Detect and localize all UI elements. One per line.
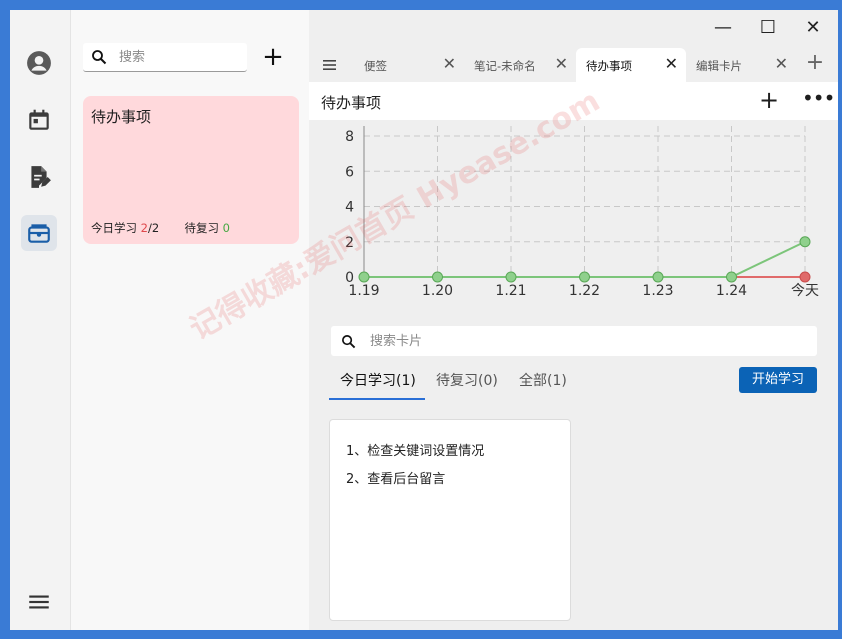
calendar-icon[interactable] [21, 102, 57, 138]
today-done: 2 [140, 221, 148, 235]
x-tick-label: 1.19 [348, 283, 379, 299]
tab-note-untitled[interactable]: 笔记-未命名 ✕ [464, 48, 576, 82]
series-point [358, 271, 370, 283]
y-tick-label: 2 [345, 235, 354, 251]
series-point [652, 271, 664, 283]
app-window: + 待办事项 今日学习 2/2 待复习 0 — ☐ ✕ 便签 ✕ [10, 10, 838, 630]
card-search-input[interactable] [368, 332, 792, 350]
tab-menu-icon[interactable] [321, 56, 339, 74]
x-tick-label: 1.21 [495, 283, 526, 299]
user-icon[interactable] [21, 45, 57, 81]
tab-label: 待办事项 [586, 59, 632, 73]
y-tick-label: 8 [345, 129, 354, 145]
series-point [432, 271, 443, 283]
more-icon[interactable]: ••• [802, 86, 835, 110]
edit-note-icon[interactable] [21, 159, 57, 195]
tab-bar: 便签 ✕ 笔记-未命名 ✕ 待办事项 ✕ 编辑卡片 ✕ + [309, 48, 838, 82]
note-search-box[interactable] [83, 43, 247, 72]
start-study-button[interactable]: 开始学习 [739, 367, 817, 393]
tab-todo[interactable]: 待办事项 ✕ [576, 48, 686, 82]
series-point [579, 271, 590, 283]
tab-label: 便签 [364, 59, 387, 73]
nav-rail [10, 10, 71, 630]
flashcard-icon[interactable] [21, 215, 57, 251]
note-card-stats: 今日学习 2/2 待复习 0 [91, 220, 230, 236]
close-tab-icon[interactable]: ✕ [443, 55, 456, 73]
page-header: 待办事项 + ••• [309, 82, 838, 120]
close-tab-icon[interactable]: ✕ [555, 55, 568, 73]
series-point [505, 271, 517, 283]
search-icon [342, 334, 356, 348]
x-tick-label: 1.23 [642, 283, 673, 299]
active-tab-indicator [329, 398, 425, 400]
maximize-icon[interactable]: ☐ [754, 16, 782, 40]
tab-label: 编辑卡片 [696, 59, 742, 73]
new-tab-button[interactable]: + [803, 52, 827, 76]
filter-tab-all[interactable]: 全部(1) [519, 370, 567, 390]
notes-panel: + 待办事项 今日学习 2/2 待复习 0 [71, 10, 309, 630]
x-tick-label: 1.22 [569, 283, 600, 299]
flashcard-preview[interactable]: 1、检查关键词设置情况 2、查看后台留言 [329, 419, 571, 621]
review-label: 待复习 [184, 221, 220, 235]
note-search-input[interactable] [117, 48, 241, 66]
tab-label: 笔记-未命名 [474, 59, 536, 73]
tab-notes[interactable]: 便签 ✕ [354, 48, 464, 82]
x-tick-label: 1.24 [716, 283, 747, 299]
series-point [726, 271, 737, 283]
close-tab-icon[interactable]: ✕ [665, 55, 678, 73]
y-tick-label: 6 [345, 164, 354, 180]
series-point [799, 236, 811, 248]
search-icon [92, 50, 107, 65]
y-tick-label: 4 [345, 200, 354, 216]
card-search-box[interactable] [331, 326, 817, 356]
title-bar: — ☐ ✕ [309, 10, 838, 46]
minimize-icon[interactable]: — [709, 16, 737, 40]
filter-tab-today[interactable]: 今日学习(1) [340, 370, 416, 390]
today-total: /2 [147, 221, 160, 235]
close-tab-icon[interactable]: ✕ [775, 55, 788, 73]
main-area: — ☐ ✕ 便签 ✕ 笔记-未命名 ✕ 待办事项 ✕ 编辑卡片 ✕ + 待办事项… [309, 10, 838, 630]
card-line-1: 1、检查关键词设置情况 [346, 444, 485, 459]
study-chart: 024681.19 1.20 1.21 1.22 1.23 1.24 今天 [345, 126, 819, 299]
note-card-title: 待办事项 [91, 108, 152, 126]
note-card[interactable]: 待办事项 今日学习 2/2 待复习 0 [83, 96, 299, 244]
card-line-2: 2、查看后台留言 [346, 472, 446, 487]
add-button[interactable]: + [759, 88, 779, 112]
add-note-button[interactable]: + [261, 44, 285, 70]
close-window-icon[interactable]: ✕ [799, 16, 827, 40]
menu-icon[interactable] [21, 584, 57, 620]
review-count: 0 [222, 221, 230, 235]
x-tick-label: 今天 [791, 283, 819, 299]
filter-tab-review[interactable]: 待复习(0) [436, 370, 498, 390]
page-title: 待办事项 [321, 94, 382, 112]
tab-edit-card[interactable]: 编辑卡片 ✕ [686, 48, 796, 82]
today-label: 今日学习 [91, 221, 137, 235]
series-point-red [799, 271, 811, 283]
x-tick-label: 1.20 [422, 283, 453, 299]
